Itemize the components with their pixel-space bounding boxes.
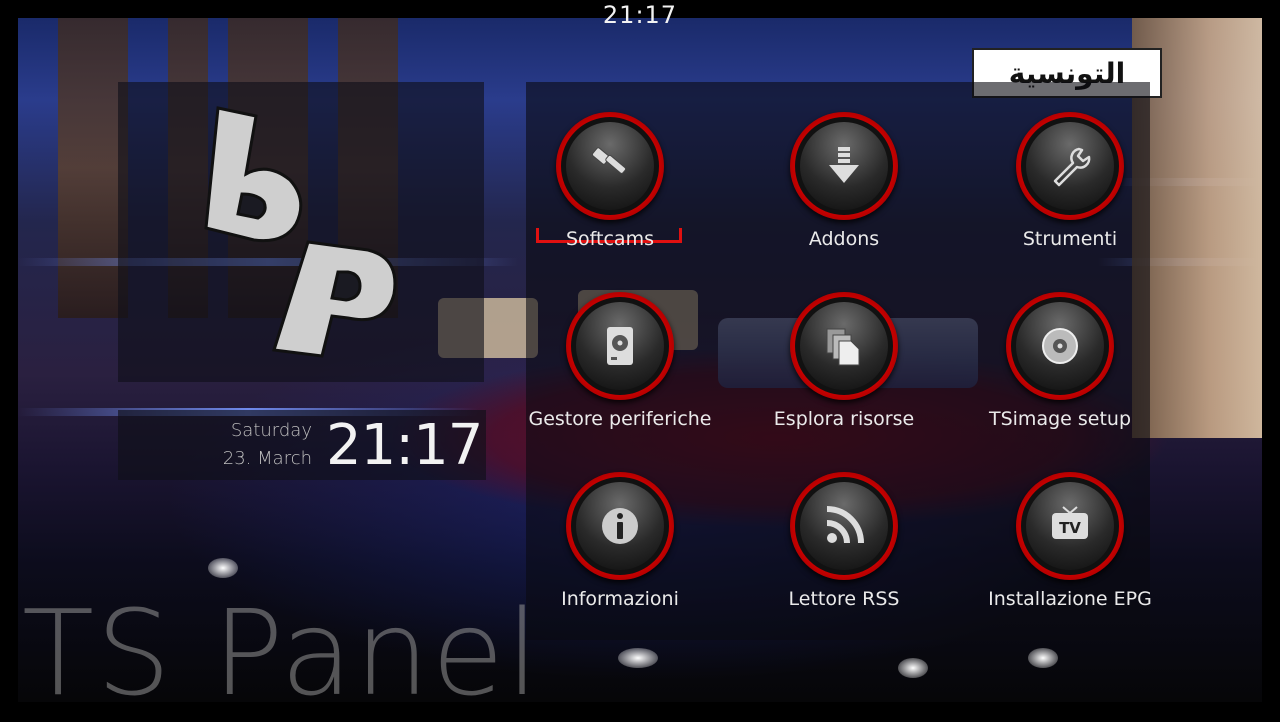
bp-logo-icon (204, 106, 397, 358)
panel-title: TS Panel (22, 584, 541, 722)
weekday-label: Saturday (230, 420, 312, 441)
menu-icon-button (556, 112, 664, 220)
menu-item-esplora-risorse[interactable]: Esplora risorse (734, 262, 954, 432)
files-icon (826, 328, 860, 366)
menu-item-softcams[interactable]: Softcams (500, 82, 720, 252)
menu-icon-button (566, 292, 674, 400)
menu-item-tsimage-setup[interactable]: TSimage setup (950, 262, 1170, 432)
menu-icon-button (790, 112, 898, 220)
menu-label: Lettore RSS (788, 588, 900, 610)
download-arrow-icon (829, 147, 859, 183)
time-label: 21:17 (326, 413, 483, 478)
menu-item-gestore-periferiche[interactable]: Gestore periferiche (510, 262, 730, 432)
rss-icon (826, 506, 864, 544)
menu-icon-button: TV (1016, 472, 1124, 580)
harddisk-icon (607, 327, 633, 365)
wrench-icon (1053, 147, 1091, 187)
brand-logo-panel (118, 82, 484, 382)
disc-icon (1042, 328, 1078, 364)
menu-icon-button (566, 472, 674, 580)
menu-label: Strumenti (1022, 228, 1118, 250)
menu-panel: Softcams Addons Strumenti Gestore perife… (526, 82, 1152, 640)
menu-icon-button (1006, 292, 1114, 400)
svg-text:TV: TV (1059, 519, 1081, 537)
menu-label: TSimage setup (988, 408, 1132, 430)
menu-label: Installazione EPG (988, 588, 1152, 610)
tv-icon: TV (1052, 506, 1088, 539)
menu-item-lettore-rss[interactable]: Lettore RSS (734, 442, 954, 612)
menu-item-installazione-epg[interactable]: TV Installazione EPG (960, 442, 1180, 612)
menu-item-addons[interactable]: Addons (734, 82, 954, 252)
key-wrench-icon (591, 147, 627, 174)
menu-icon-button (1016, 112, 1124, 220)
menu-item-strumenti[interactable]: Strumenti (960, 82, 1180, 252)
menu-label: Addons (808, 228, 880, 250)
menu-label: Informazioni (561, 588, 679, 610)
menu-label: Softcams (566, 228, 654, 250)
date-label: 23. March (222, 448, 312, 469)
top-clock: 21:17 (602, 1, 678, 29)
menu-item-informazioni[interactable]: Informazioni (510, 442, 730, 612)
menu-icon-button (790, 292, 898, 400)
info-icon (602, 508, 638, 544)
menu-label: Esplora risorse (773, 408, 915, 430)
menu-icon-button (790, 472, 898, 580)
datetime-panel: Saturday 23. March 21:17 (118, 410, 486, 480)
menu-label: Gestore periferiche (528, 408, 712, 430)
